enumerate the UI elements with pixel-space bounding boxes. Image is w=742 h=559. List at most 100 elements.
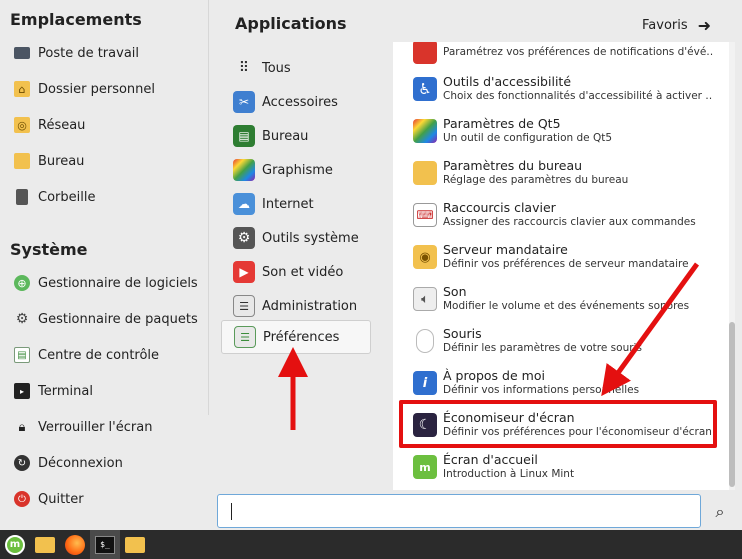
mint-menu-icon[interactable]: m bbox=[0, 530, 30, 559]
network-folder-icon: ◎ bbox=[14, 117, 30, 133]
system-software-manager[interactable]: ⊕ Gestionnaire de logiciels bbox=[14, 268, 198, 298]
home-folder-icon: ⌂ bbox=[14, 81, 30, 97]
category-label: Accessoires bbox=[262, 94, 338, 110]
speaker-icon: 🔈︎ bbox=[413, 287, 437, 311]
gear-icon: ⚙ bbox=[233, 227, 255, 249]
trash-icon bbox=[16, 189, 28, 205]
app-desc: Modifier le volume et des événements son… bbox=[443, 300, 690, 312]
app-about-me[interactable]: i À propos de moi Définir vos informatio… bbox=[413, 363, 713, 403]
category-office[interactable]: ▤ Bureau bbox=[221, 120, 371, 152]
category-label: Son et vidéo bbox=[262, 264, 344, 280]
terminal-icon[interactable]: $_ bbox=[90, 530, 120, 559]
app-desc: Définir vos préférences de serveur manda… bbox=[443, 258, 689, 270]
place-home[interactable]: ⌂ Dossier personnel bbox=[14, 74, 155, 104]
places-panel: Emplacements Poste de travail ⌂ Dossier … bbox=[0, 0, 208, 530]
system-lock-screen[interactable]: 🔒︎ Verrouiller l'écran bbox=[14, 412, 153, 442]
text-caret bbox=[231, 503, 232, 520]
system-title: Système bbox=[10, 240, 88, 259]
welcome-icon: m bbox=[413, 455, 437, 479]
app-mouse[interactable]: Souris Définir les paramètres de votre s… bbox=[413, 321, 713, 361]
system-control-center[interactable]: ▤ Centre de contrôle bbox=[14, 340, 159, 370]
places-title: Emplacements bbox=[10, 10, 142, 29]
app-name: Outils d'accessibilité bbox=[443, 74, 572, 89]
system-label: Gestionnaire de paquets bbox=[38, 311, 198, 327]
software-manager-icon: ⊕ bbox=[14, 275, 30, 291]
app-desc: Paramétrez vos préférences de notificati… bbox=[443, 46, 713, 58]
package-manager-icon: ⚙ bbox=[15, 311, 29, 327]
app-welcome-screen[interactable]: m Écran d'accueil Introduction à Linux M… bbox=[413, 447, 713, 487]
system-label: Terminal bbox=[38, 383, 93, 399]
desktop-settings-icon bbox=[413, 161, 437, 185]
logout-icon: ↻ bbox=[14, 455, 30, 471]
place-label: Dossier personnel bbox=[38, 81, 156, 97]
category-accessories[interactable]: ✂ Accessoires bbox=[221, 86, 371, 118]
app-keyboard-shortcuts[interactable]: ⌨ Raccourcis clavier Assigner des raccou… bbox=[413, 195, 713, 235]
power-icon: ⏻ bbox=[14, 491, 30, 507]
info-icon: i bbox=[413, 371, 437, 395]
keyboard-icon: ⌨ bbox=[413, 203, 437, 227]
category-label: Internet bbox=[262, 196, 314, 212]
app-desc: Assigner des raccourcis clavier aux comm… bbox=[443, 216, 696, 228]
app-notifications[interactable]: Paramétrez vos préférences de notificati… bbox=[413, 42, 713, 72]
place-network[interactable]: ◎ Réseau bbox=[14, 110, 85, 140]
desktop-folder-icon bbox=[14, 153, 30, 169]
app-accessibility[interactable]: ♿︎ Outils d'accessibilité Choix des fonc… bbox=[413, 69, 713, 109]
system-logout[interactable]: ↻ Déconnexion bbox=[14, 448, 123, 478]
monitor-icon bbox=[14, 47, 30, 59]
category-label: Bureau bbox=[262, 128, 309, 144]
category-preferences[interactable]: ☰ Préférences bbox=[221, 320, 371, 354]
toggles-icon: ☰ bbox=[233, 295, 255, 317]
files-icon[interactable] bbox=[30, 530, 60, 559]
category-label: Graphisme bbox=[262, 162, 333, 178]
category-graphics[interactable]: Graphisme bbox=[221, 154, 371, 186]
place-trash[interactable]: Corbeille bbox=[14, 182, 95, 212]
category-label: Administration bbox=[262, 298, 358, 314]
place-label: Poste de travail bbox=[38, 45, 140, 61]
app-desktop-settings[interactable]: Paramètres du bureau Réglage des paramèt… bbox=[413, 153, 713, 193]
place-label: Corbeille bbox=[38, 189, 96, 205]
app-desc: Un outil de configuration de Qt5 bbox=[443, 132, 613, 144]
app-sound[interactable]: 🔈︎ Son Modifier le volume et des événeme… bbox=[413, 279, 713, 319]
favorites-button[interactable]: Favoris ➜ bbox=[642, 16, 711, 35]
control-center-icon: ▤ bbox=[14, 347, 30, 363]
taskbar: m $_ bbox=[0, 530, 742, 559]
grid-icon: ⠿ bbox=[238, 60, 250, 76]
folder-icon[interactable] bbox=[120, 530, 150, 559]
system-package-manager[interactable]: ⚙ Gestionnaire de paquets bbox=[14, 304, 198, 334]
arrow-right-icon: ➜ bbox=[697, 16, 712, 35]
place-label: Réseau bbox=[38, 117, 86, 133]
category-administration[interactable]: ☰ Administration bbox=[221, 290, 371, 322]
category-sound-video[interactable]: ▶ Son et vidéo bbox=[221, 256, 371, 288]
place-computer[interactable]: Poste de travail bbox=[14, 38, 139, 68]
app-desc: Définir les paramètres de votre souris bbox=[443, 342, 642, 354]
category-label: Outils système bbox=[262, 230, 359, 246]
cloud-icon: ☁ bbox=[233, 193, 255, 215]
app-qt5-settings[interactable]: Paramètres de Qt5 Un outil de configurat… bbox=[413, 111, 713, 151]
mouse-icon bbox=[416, 329, 434, 353]
play-icon: ▶ bbox=[233, 261, 255, 283]
toggles-icon: ☰ bbox=[234, 326, 256, 348]
favorites-label: Favoris bbox=[642, 18, 688, 33]
scissors-icon: ✂ bbox=[233, 91, 255, 113]
app-name: Serveur mandataire bbox=[443, 242, 568, 257]
apps-scrollbar-thumb[interactable] bbox=[729, 322, 735, 487]
app-name: Souris bbox=[443, 326, 482, 341]
system-label: Quitter bbox=[38, 491, 84, 507]
app-proxy-server[interactable]: ◉ Serveur mandataire Définir vos préfére… bbox=[413, 237, 713, 277]
system-label: Gestionnaire de logiciels bbox=[38, 275, 198, 291]
notifications-icon bbox=[413, 42, 437, 64]
app-name: Paramètres du bureau bbox=[443, 158, 583, 173]
apps-scrollbar[interactable] bbox=[729, 42, 735, 490]
place-desktop[interactable]: Bureau bbox=[14, 146, 84, 176]
category-internet[interactable]: ☁ Internet bbox=[221, 188, 371, 220]
search-input[interactable] bbox=[217, 494, 701, 528]
place-label: Bureau bbox=[38, 153, 85, 169]
system-terminal[interactable]: ▸ Terminal bbox=[14, 376, 93, 406]
category-all[interactable]: ⠿ Tous bbox=[221, 52, 371, 84]
system-quit[interactable]: ⏻ Quitter bbox=[14, 484, 84, 514]
app-name: Écran d'accueil bbox=[443, 452, 538, 467]
app-desc: Choix des fonctionnalités d'accessibilit… bbox=[443, 90, 713, 102]
category-system-tools[interactable]: ⚙ Outils système bbox=[221, 222, 371, 254]
search-icon[interactable]: ⌕ bbox=[708, 500, 732, 524]
firefox-icon[interactable] bbox=[60, 530, 90, 559]
